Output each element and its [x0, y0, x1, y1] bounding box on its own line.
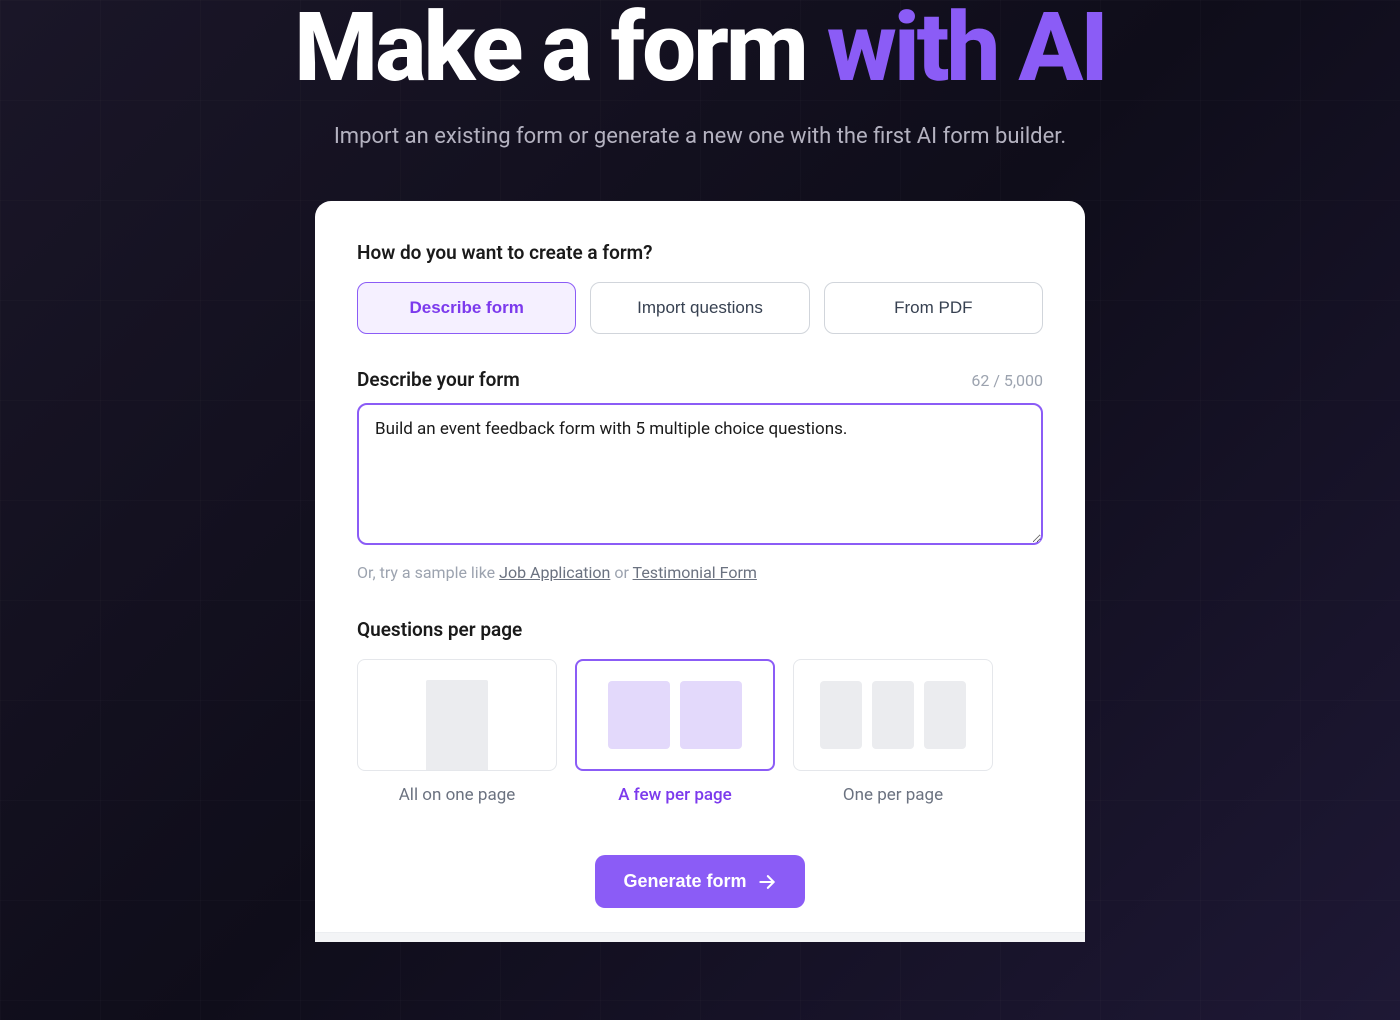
layout-option-few-per-page[interactable]: A few per page [575, 659, 775, 805]
tab-describe-form[interactable]: Describe form [357, 282, 576, 334]
hero-title: Make a form with AI [0, 0, 1400, 96]
layout-shape [924, 681, 966, 749]
layout-section-label: Questions per page [357, 618, 1043, 641]
layout-option-one-per-page[interactable]: One per page [793, 659, 993, 805]
layout-shape [820, 681, 862, 749]
tab-from-pdf[interactable]: From PDF [824, 282, 1043, 334]
sample-link-testimonial-form[interactable]: Testimonial Form [633, 563, 757, 582]
layout-preview-all [357, 659, 557, 771]
tab-import-questions[interactable]: Import questions [590, 282, 809, 334]
method-tabs: Describe form Import questions From PDF [357, 282, 1043, 334]
hero-title-part1: Make a form [294, 0, 827, 104]
generate-form-button[interactable]: Generate form [595, 855, 804, 908]
hero-subtitle: Import an existing form or generate a ne… [0, 124, 1400, 149]
generate-button-label: Generate form [623, 871, 746, 892]
method-section-label: How do you want to create a form? [357, 241, 1043, 264]
sample-hint: Or, try a sample like Job Application or… [357, 563, 1043, 582]
card-footer-divider [315, 932, 1085, 942]
form-builder-card: How do you want to create a form? Descri… [315, 201, 1085, 942]
layout-shape [426, 680, 488, 770]
layout-shape [608, 681, 670, 749]
layout-shape [680, 681, 742, 749]
sample-hint-prefix: Or, try a sample like [357, 563, 499, 582]
layout-option-all-one-page[interactable]: All on one page [357, 659, 557, 805]
layout-preview-few [575, 659, 775, 771]
describe-label: Describe your form [357, 368, 520, 391]
layout-label-all: All on one page [399, 785, 516, 805]
layout-options: All on one page A few per page One per p… [357, 659, 1043, 805]
layout-label-one: One per page [843, 785, 943, 805]
layout-label-few: A few per page [618, 785, 732, 805]
layout-preview-one [793, 659, 993, 771]
describe-input[interactable] [357, 403, 1043, 545]
sample-link-job-application[interactable]: Job Application [499, 563, 610, 582]
sample-hint-joiner: or [610, 563, 632, 582]
hero-title-accent: with AI [827, 0, 1106, 104]
layout-shape [872, 681, 914, 749]
char-count: 62 / 5,000 [971, 371, 1043, 390]
arrow-right-icon [757, 872, 777, 892]
